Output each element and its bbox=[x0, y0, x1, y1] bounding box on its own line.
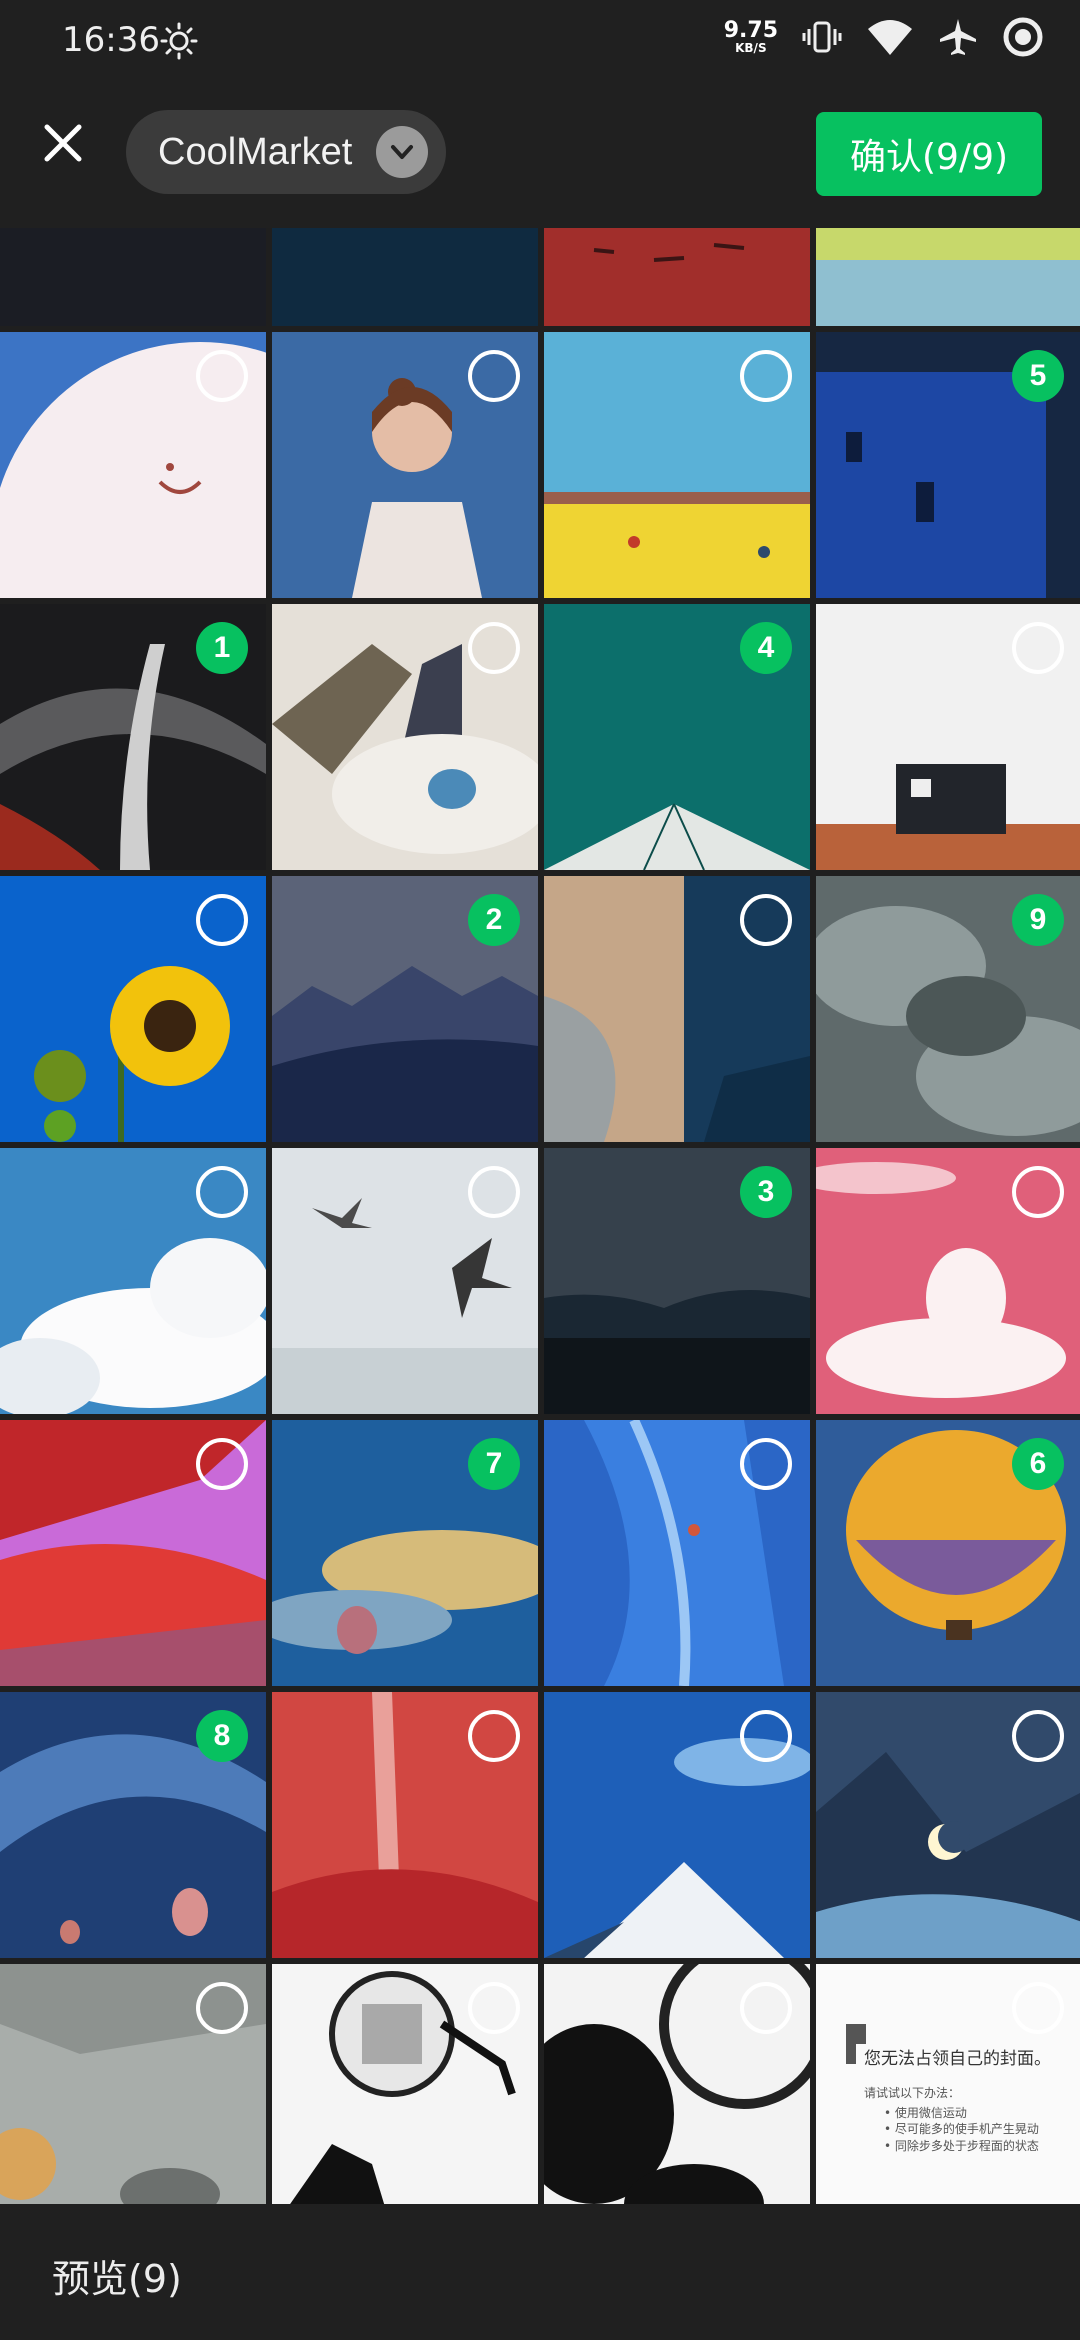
selection-circle[interactable] bbox=[1012, 1710, 1064, 1762]
confirm-button[interactable]: 确认(9/9) bbox=[816, 112, 1042, 196]
photo-thumbnail[interactable] bbox=[544, 1964, 810, 2204]
selection-circle[interactable] bbox=[740, 350, 792, 402]
close-button[interactable] bbox=[36, 116, 90, 170]
selection-circle[interactable] bbox=[740, 1982, 792, 2034]
photo-thumbnail[interactable] bbox=[544, 228, 810, 326]
photo-grid: 5 1 4 2 9 3 7 6 8 您无法占领自己的封面。请试试以下办法： • 使用微信运动 • 尽可… bbox=[0, 228, 1080, 2204]
screenshot-hint: 请试试以下办法： bbox=[864, 2085, 961, 2100]
selection-badge[interactable]: 9 bbox=[1012, 894, 1064, 946]
selection-circle[interactable] bbox=[468, 350, 520, 402]
photo-thumbnail[interactable] bbox=[544, 1420, 810, 1686]
photo-thumbnail[interactable]: 3 bbox=[544, 1148, 810, 1414]
sky-field-stripes-image bbox=[816, 228, 1080, 326]
selection-badge[interactable]: 5 bbox=[1012, 350, 1064, 402]
status-bar: 16:36 9.75 KB/S bbox=[0, 0, 1080, 80]
photo-thumbnail[interactable] bbox=[0, 876, 266, 1142]
network-speed-value: 9.75 bbox=[723, 18, 778, 43]
photo-thumbnail[interactable] bbox=[544, 876, 810, 1142]
selection-badge[interactable]: 6 bbox=[1012, 1438, 1064, 1490]
photo-thumbnail[interactable] bbox=[0, 1420, 266, 1686]
photo-thumbnail[interactable] bbox=[0, 228, 266, 326]
selection-circle[interactable] bbox=[196, 894, 248, 946]
selection-circle[interactable] bbox=[196, 350, 248, 402]
rocks-red-sea-image bbox=[544, 228, 810, 326]
close-icon bbox=[44, 124, 82, 162]
orange-figure-water-image bbox=[272, 228, 538, 326]
chevron-down-icon bbox=[376, 126, 428, 178]
photo-thumbnail[interactable] bbox=[0, 332, 266, 598]
selection-badge[interactable]: 3 bbox=[740, 1166, 792, 1218]
selection-circle[interactable] bbox=[1012, 1982, 1064, 2034]
album-name: CoolMarket bbox=[158, 130, 353, 173]
pink-phone-image bbox=[0, 228, 266, 326]
selection-badge[interactable]: 7 bbox=[468, 1438, 520, 1490]
photo-thumbnail[interactable]: 您无法占领自己的封面。请试试以下办法： • 使用微信运动 • 尽可能多的使手机产生晃… bbox=[816, 1964, 1080, 2204]
preview-button[interactable]: 预览(9) bbox=[52, 2248, 182, 2303]
network-speed-unit: KB/S bbox=[735, 41, 767, 55]
photo-thumbnail[interactable]: 8 bbox=[0, 1692, 266, 1958]
photo-thumbnail[interactable]: 9 bbox=[816, 876, 1080, 1142]
selection-badge[interactable]: 1 bbox=[196, 622, 248, 674]
album-selector[interactable]: CoolMarket bbox=[126, 110, 446, 194]
selection-circle[interactable] bbox=[468, 622, 520, 674]
selection-circle[interactable] bbox=[196, 1166, 248, 1218]
photo-thumbnail[interactable] bbox=[0, 1964, 266, 2204]
photo-thumbnail[interactable] bbox=[272, 228, 538, 326]
network-speed: 9.75 KB/S bbox=[723, 18, 778, 55]
photo-thumbnail[interactable] bbox=[272, 1692, 538, 1958]
selection-circle[interactable] bbox=[740, 894, 792, 946]
photo-thumbnail[interactable]: 5 bbox=[816, 332, 1080, 598]
photo-thumbnail[interactable]: 2 bbox=[272, 876, 538, 1142]
photo-thumbnail[interactable] bbox=[816, 1148, 1080, 1414]
screenshot-title: 您无法占领自己的封面。 bbox=[864, 2049, 1051, 2069]
selection-circle[interactable] bbox=[740, 1710, 792, 1762]
selection-circle[interactable] bbox=[468, 1710, 520, 1762]
selection-circle[interactable] bbox=[196, 1982, 248, 2034]
screenshot-tip: • 使用微信运动 bbox=[884, 2106, 967, 2121]
selection-badge[interactable]: 4 bbox=[740, 622, 792, 674]
screenshot-tip: • 同除步多处于步程面的状态 bbox=[884, 2138, 1039, 2153]
photo-thumbnail[interactable] bbox=[816, 1692, 1080, 1958]
photo-thumbnail[interactable] bbox=[544, 1692, 810, 1958]
photo-thumbnail[interactable]: 1 bbox=[0, 604, 266, 870]
wifi-icon bbox=[868, 20, 912, 55]
photo-thumbnail[interactable] bbox=[272, 332, 538, 598]
picker-footer: 预览(9) bbox=[0, 2204, 1080, 2340]
photo-thumbnail[interactable] bbox=[272, 1964, 538, 2204]
selection-circle[interactable] bbox=[468, 1982, 520, 2034]
vibrate-icon bbox=[802, 21, 842, 53]
selection-circle[interactable] bbox=[196, 1438, 248, 1490]
selection-circle[interactable] bbox=[1012, 622, 1064, 674]
photo-thumbnail[interactable] bbox=[272, 1148, 538, 1414]
photo-thumbnail[interactable] bbox=[816, 228, 1080, 326]
selection-circle[interactable] bbox=[1012, 1166, 1064, 1218]
selection-badge[interactable]: 2 bbox=[468, 894, 520, 946]
photo-thumbnail[interactable]: 6 bbox=[816, 1420, 1080, 1686]
photo-thumbnail[interactable]: 4 bbox=[544, 604, 810, 870]
status-time: 16:36 bbox=[62, 20, 160, 60]
screenshot-tip: • 尽可能多的使手机产生晃动 bbox=[884, 2122, 1039, 2137]
photo-thumbnail[interactable] bbox=[816, 604, 1080, 870]
airplane-mode-icon bbox=[940, 19, 976, 55]
selection-circle[interactable] bbox=[468, 1166, 520, 1218]
picker-header: CoolMarket 确认(9/9) bbox=[0, 80, 1080, 228]
photo-thumbnail[interactable] bbox=[544, 332, 810, 598]
photo-thumbnail[interactable] bbox=[272, 604, 538, 870]
photo-thumbnail[interactable] bbox=[0, 1148, 266, 1414]
brightness-icon bbox=[160, 22, 198, 60]
selection-badge[interactable]: 8 bbox=[196, 1710, 248, 1762]
selection-circle[interactable] bbox=[740, 1438, 792, 1490]
record-icon bbox=[1003, 17, 1043, 57]
screenshot-text: 您无法占领自己的封面。请试试以下办法： • 使用微信运动 • 尽可能多的使手机产生晃… bbox=[864, 2048, 1080, 2154]
photo-thumbnail[interactable]: 7 bbox=[272, 1420, 538, 1686]
